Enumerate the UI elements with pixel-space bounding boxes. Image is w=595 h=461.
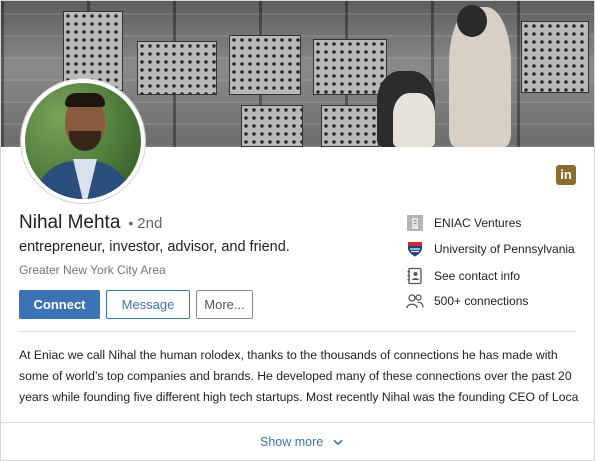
- university-shield-icon: [408, 242, 422, 257]
- chevron-down-icon: [333, 439, 343, 446]
- school-label: University of Pennsylvania: [434, 242, 575, 256]
- more-button[interactable]: More...: [196, 290, 253, 319]
- about-summary: At Eniac we call Nihal the human rolodex…: [19, 345, 579, 408]
- connections-label: 500+ connections: [434, 294, 529, 308]
- profile-avatar[interactable]: [21, 79, 145, 203]
- show-more-bar: Show more: [1, 422, 594, 460]
- linkedin-logo-icon[interactable]: in: [556, 165, 576, 185]
- about-line: At Eniac we call Nihal the human rolodex…: [19, 348, 558, 362]
- message-button[interactable]: Message: [106, 290, 190, 319]
- company-label: ENIAC Ventures: [434, 216, 522, 230]
- company-icon: [407, 215, 423, 231]
- connection-degree: 2nd: [137, 215, 163, 232]
- people-icon: [406, 294, 424, 309]
- about-line: years while founding five different high…: [19, 390, 579, 404]
- connect-button[interactable]: Connect: [19, 290, 100, 319]
- contact-info-label: See contact info: [434, 269, 521, 283]
- about-line: some of world’s top companies and brands…: [19, 369, 572, 383]
- show-more-button[interactable]: Show more: [260, 435, 343, 449]
- profile-headline: entrepreneur, investor, advisor, and fri…: [19, 239, 290, 255]
- name-row: Nihal Mehta • 2nd: [19, 212, 162, 234]
- profile-card: in Nihal Mehta • 2nd entrepreneur, investo…: [0, 0, 595, 461]
- show-more-label: Show more: [260, 435, 324, 449]
- profile-location: Greater New York City Area: [19, 263, 166, 277]
- name-separator: •: [128, 215, 134, 231]
- contact-card-icon: [407, 267, 422, 285]
- section-divider: [19, 331, 576, 332]
- profile-name: Nihal Mehta: [19, 212, 121, 233]
